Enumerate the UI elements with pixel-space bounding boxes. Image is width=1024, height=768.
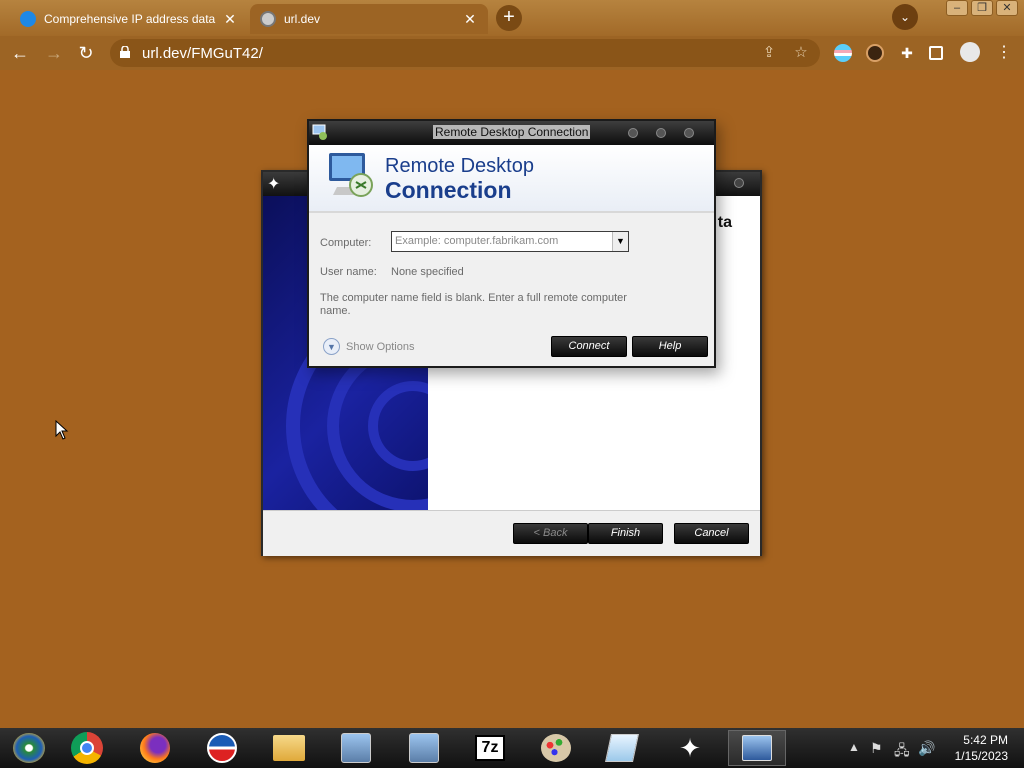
rdc-banner-title-line2: Connection <box>385 177 512 203</box>
computer-combobox[interactable]: Example: computer.fabrikam.com ▼ <box>391 231 629 252</box>
username-label: User name: <box>320 266 377 278</box>
taskbar-paint[interactable] <box>527 730 585 766</box>
mouse-cursor-icon <box>55 420 69 440</box>
cancel-button[interactable]: Cancel <box>674 523 749 544</box>
clock-date: 1/15/2023 <box>954 749 1008 763</box>
action-center-flag-icon[interactable]: ⚑ <box>870 740 883 757</box>
remote-desktop-icon <box>742 735 772 761</box>
taskbar-firefox[interactable] <box>126 730 184 766</box>
tab-title: Comprehensive IP address data, I <box>44 12 216 26</box>
expand-options-icon[interactable]: ▼ <box>323 338 340 355</box>
side-panel-icon[interactable] <box>929 46 943 60</box>
windows-media-center-icon <box>13 733 45 763</box>
taskbar-shuriken-app[interactable]: ✦ <box>661 730 719 766</box>
rdc-maximize-button[interactable] <box>656 128 666 138</box>
installer-heading: ta <box>717 214 732 231</box>
maximize-button[interactable]: ❐ <box>971 0 993 16</box>
clock-time: 5:42 PM <box>963 733 1008 747</box>
rdc-banner-title-line1: Remote Desktop <box>385 155 534 177</box>
installer-cd-icon <box>341 733 371 763</box>
window-controls: ‒ ❐ ✕ <box>946 0 1018 16</box>
bookmark-star-icon[interactable]: ☆ <box>792 44 810 62</box>
taskbar-installer[interactable] <box>327 730 385 766</box>
taskbar-installer-2[interactable] <box>395 730 453 766</box>
taskbar-file-explorer[interactable] <box>260 730 318 766</box>
folder-icon <box>273 735 305 761</box>
clock[interactable]: 5:42 PM 1/15/2023 <box>955 732 1008 764</box>
menu-dots-icon[interactable]: ⋮ <box>992 41 1016 65</box>
share-icon[interactable]: ⇪ <box>760 44 778 62</box>
taskbar-media-center[interactable] <box>0 730 58 766</box>
profile-extension-icon[interactable] <box>866 44 884 62</box>
dropdown-arrow-icon[interactable]: ▼ <box>612 232 628 251</box>
installer-close-button[interactable] <box>734 178 744 188</box>
lock-icon <box>120 46 130 58</box>
obama-logo-icon <box>207 733 237 763</box>
show-options-link[interactable]: Show Options <box>346 341 414 353</box>
blank-computer-message: The computer name field is blank. Enter … <box>320 292 627 317</box>
taskbar-7zip[interactable]: 7z <box>461 730 519 766</box>
7zip-icon: 7z <box>475 735 505 761</box>
rdc-titlebar: Remote Desktop Connection <box>309 121 714 145</box>
rdc-banner: Remote Desktop Connection <box>309 145 714 213</box>
puzzle-extensions-icon[interactable]: ✚ <box>898 44 916 62</box>
flag-extension-icon[interactable] <box>834 44 852 62</box>
help-button[interactable]: Help <box>632 336 708 357</box>
finish-button[interactable]: Finish <box>588 523 663 544</box>
taskbar-remote-desktop[interactable] <box>728 730 786 766</box>
computer-label: Computer: <box>320 237 372 249</box>
shuriken-app-icon: ✦ <box>267 176 281 193</box>
close-tab-icon[interactable]: ✕ <box>222 11 238 28</box>
close-window-button[interactable]: ✕ <box>996 0 1018 16</box>
rdc-dialog: Remote Desktop Connection Remote Desktop… <box>307 119 716 368</box>
rdc-window-title: Remote Desktop Connection <box>433 125 591 139</box>
rdc-small-icon <box>312 124 327 140</box>
volume-icon[interactable]: 🔊 <box>918 740 935 757</box>
taskbar: 7z ✦ ▲ ⚑ 🖧 🔊 5:42 PM 1/15/2023 <box>0 728 1024 768</box>
installer-cd-icon <box>409 733 439 763</box>
browser-toolbar: ← → ↻ url.dev/FMGuT42/ ⇪ ☆ ✚ ⋮ <box>0 36 1024 70</box>
tab-url-dev[interactable]: url.dev ✕ <box>250 4 488 34</box>
minimize-button[interactable]: ‒ <box>946 0 968 16</box>
account-avatar-icon[interactable] <box>960 42 980 62</box>
paint-palette-icon <box>541 734 571 762</box>
back-button[interactable]: < Back <box>513 523 588 544</box>
reload-icon[interactable]: ↻ <box>74 41 98 65</box>
rdc-close-button[interactable] <box>684 128 694 138</box>
username-value: None specified <box>391 266 464 278</box>
tab-title: url.dev <box>284 12 321 26</box>
location-pin-icon <box>20 11 36 27</box>
taskbar-notepad[interactable] <box>593 730 651 766</box>
remote-desktop-monitor-icon <box>329 153 373 197</box>
network-icon[interactable]: 🖧 <box>894 740 910 764</box>
tab-strip: Comprehensive IP address data, I ✕ url.d… <box>0 0 1024 36</box>
shuriken-icon: ✦ <box>679 732 701 763</box>
globe-icon <box>260 11 276 27</box>
taskbar-obama-logo[interactable] <box>193 730 251 766</box>
tab-ip-data[interactable]: Comprehensive IP address data, I ✕ <box>10 4 248 34</box>
address-bar[interactable]: url.dev/FMGuT42/ ⇪ ☆ <box>110 39 820 67</box>
taskbar-chrome[interactable] <box>58 730 116 766</box>
show-hidden-icons-icon[interactable]: ▲ <box>848 740 860 754</box>
installer-button-bar: < Back Finish Cancel <box>263 510 760 556</box>
chrome-icon <box>71 732 103 764</box>
url-text: url.dev/FMGuT42/ <box>142 45 263 62</box>
tab-search-button[interactable]: ⌄ <box>892 4 918 30</box>
new-tab-button[interactable]: + <box>496 5 522 31</box>
rdc-minimize-button[interactable] <box>628 128 638 138</box>
computer-placeholder: Example: computer.fabrikam.com <box>395 235 559 247</box>
connect-button[interactable]: Connect <box>551 336 627 357</box>
back-arrow-icon[interactable]: ← <box>8 41 32 65</box>
forward-arrow-icon[interactable]: → <box>42 41 66 65</box>
firefox-icon <box>140 733 170 763</box>
close-tab-icon[interactable]: ✕ <box>462 11 478 28</box>
notepad-icon <box>605 734 639 762</box>
